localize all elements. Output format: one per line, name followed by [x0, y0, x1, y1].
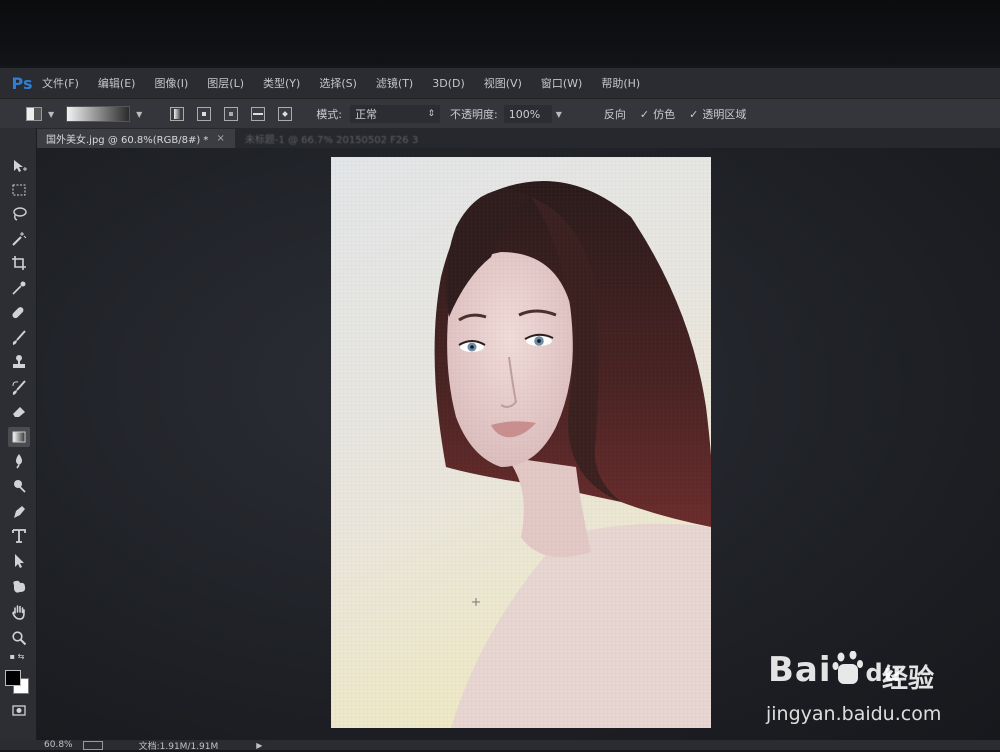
- zoom-level[interactable]: 60.8%: [44, 740, 73, 750]
- linear-gradient-button[interactable]: [170, 107, 185, 121]
- crop-icon[interactable]: [8, 253, 30, 273]
- menu-view[interactable]: 视图(V): [484, 75, 522, 91]
- tab-active-document[interactable]: 国外美女.jpg @ 60.8%(RGB/8#) * ×: [36, 129, 235, 148]
- gradient-preview[interactable]: [66, 106, 131, 122]
- paw-icon: [832, 650, 866, 690]
- menu-file[interactable]: 文件(F): [42, 75, 79, 91]
- quick-mask-icon[interactable]: [8, 700, 30, 720]
- menu-filter[interactable]: 滤镜(T): [376, 75, 413, 91]
- chevron-down-icon[interactable]: ▼: [556, 110, 562, 119]
- history-brush-icon[interactable]: [8, 378, 30, 398]
- diamond-gradient-button[interactable]: [278, 107, 293, 121]
- tool-preset-picker[interactable]: [26, 107, 42, 121]
- tab-label: 未标题-1 @ 66.7% 20150502 F26 3: [244, 135, 419, 146]
- portrait-photo: [331, 157, 711, 728]
- lasso-icon[interactable]: [8, 204, 30, 224]
- menu-window[interactable]: 窗口(W): [541, 75, 582, 91]
- mode-label: 模式:: [316, 108, 343, 121]
- reverse-checkbox[interactable]: 反向: [600, 106, 626, 122]
- tab-label: 国外美女.jpg @ 60.8%(RGB/8#) *: [46, 135, 209, 146]
- tab-inactive-document[interactable]: 未标题-1 @ 66.7% 20150502 F26 3: [235, 129, 428, 148]
- baidu-jingyan-watermark: Bai du 经验 jingyan.baidu.com: [764, 640, 964, 730]
- monitor-bezel: [0, 0, 1000, 66]
- eyedropper-icon[interactable]: [8, 278, 30, 298]
- move-icon[interactable]: [8, 156, 30, 176]
- shape-icon[interactable]: [8, 577, 30, 597]
- menu-bar: Ps 文件(F) 编辑(E) 图像(I) 图层(L) 类型(Y) 选择(S) 滤…: [0, 68, 1000, 98]
- play-arrow-icon[interactable]: ▶: [256, 741, 262, 750]
- dodge-icon[interactable]: [8, 476, 30, 496]
- status-bar: 60.8% 文档:1.91M/1.91M ▶: [0, 740, 1000, 752]
- reflected-gradient-button[interactable]: [251, 107, 266, 121]
- watermark-url: jingyan.baidu.com: [766, 703, 942, 725]
- dither-label: 仿色: [653, 108, 676, 121]
- blur-icon[interactable]: [8, 451, 30, 471]
- transparency-label: 透明区域: [702, 108, 747, 121]
- stamp-icon[interactable]: [8, 352, 30, 372]
- menu-image[interactable]: 图像(I): [154, 75, 188, 91]
- radial-gradient-button[interactable]: [197, 107, 212, 121]
- chevron-down-icon[interactable]: ▼: [48, 110, 54, 119]
- healing-icon[interactable]: [8, 303, 30, 323]
- options-bar: ▼ ▼ 模式: 正常 ⇕ 不透明度: 100% ▼ 反向 ✓ 仿色 ✓ 透明区域: [0, 98, 1000, 129]
- reverse-label: 反向: [603, 108, 626, 121]
- magic-wand-icon[interactable]: [8, 229, 30, 249]
- eraser-icon[interactable]: [8, 401, 30, 421]
- document-tab-bar: 国外美女.jpg @ 60.8%(RGB/8#) * × 未标题-1 @ 66.…: [36, 128, 1000, 148]
- type-icon[interactable]: [8, 526, 30, 546]
- swap-colors-icon[interactable]: ▪ ⇆: [2, 649, 32, 663]
- hand-icon[interactable]: [8, 602, 30, 622]
- angle-gradient-button[interactable]: [224, 107, 239, 121]
- menu-3d[interactable]: 3D(D): [432, 77, 465, 90]
- transparency-checkbox[interactable]: ✓ 透明区域: [689, 106, 746, 122]
- mode-value: 正常: [355, 108, 378, 121]
- gradient-icon[interactable]: [8, 427, 30, 447]
- opacity-label: 不透明度:: [450, 108, 498, 121]
- checkmark-icon: ✓: [639, 107, 650, 121]
- menu-type[interactable]: 类型(Y): [263, 75, 300, 91]
- menu-help[interactable]: 帮助(H): [601, 75, 640, 91]
- path-select-icon[interactable]: [8, 551, 30, 571]
- app-logo: Ps: [11, 73, 33, 93]
- checkmark-icon: ✓: [689, 107, 699, 121]
- chevron-down-icon[interactable]: ▼: [136, 110, 142, 119]
- marquee-icon[interactable]: [8, 180, 30, 200]
- updown-icon: ⇕: [427, 109, 436, 119]
- foreground-color-swatch[interactable]: [5, 670, 21, 686]
- menu-layer[interactable]: 图层(L): [207, 75, 244, 91]
- watermark-cn: 经验: [882, 664, 935, 694]
- zoom-icon[interactable]: [8, 628, 30, 648]
- brush-icon[interactable]: [8, 328, 30, 348]
- menu-select[interactable]: 选择(S): [319, 75, 357, 91]
- document-canvas[interactable]: [331, 157, 711, 728]
- pen-icon[interactable]: [8, 502, 30, 522]
- dither-checkbox[interactable]: ✓ 仿色: [640, 106, 675, 122]
- opacity-value: 100%: [508, 107, 541, 121]
- close-icon[interactable]: ×: [216, 133, 224, 144]
- opacity-input[interactable]: 100%: [503, 105, 552, 123]
- tools-panel: ▪ ⇆: [0, 128, 37, 740]
- watermark-logo-text: Bai: [768, 650, 832, 690]
- mode-select[interactable]: 正常 ⇕: [350, 105, 441, 123]
- status-options-icon[interactable]: [82, 740, 103, 750]
- menu-edit[interactable]: 编辑(E): [98, 75, 136, 91]
